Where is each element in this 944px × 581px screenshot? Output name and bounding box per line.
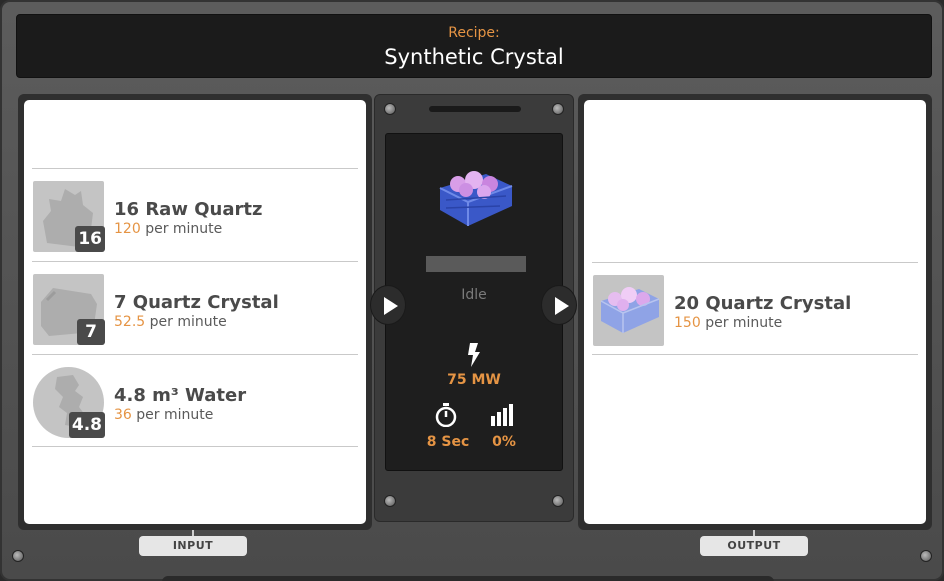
screw-icon (920, 550, 932, 562)
stats-bars-icon (491, 404, 513, 426)
input-item-quartz-crystal[interactable]: 7 7 Quartz Crystal 52.5 per minute (32, 261, 358, 354)
input-item-water[interactable]: 4.8 4.8 m³ Water 36 per minute (32, 354, 358, 447)
quartz-crystal-crate-icon (593, 275, 664, 346)
input-quantity-badge: 16 (75, 226, 105, 252)
screw-icon (552, 103, 564, 115)
input-item-name: 7 Quartz Crystal (114, 292, 279, 313)
stopwatch-icon (435, 403, 457, 427)
screw-icon (552, 495, 564, 507)
input-item-rate: 36 per minute (114, 407, 214, 423)
machine-display: Idle 75 MW 8 Sec 0% (385, 133, 563, 471)
output-item-quartz-crystal[interactable]: 20 Quartz Crystal 150 per minute (592, 262, 918, 355)
quartz-crystal-icon: 7 (33, 274, 105, 345)
output-arrow-button[interactable] (541, 285, 577, 325)
screw-icon (12, 550, 24, 562)
input-item-raw-quartz[interactable]: 16 16 Raw Quartz 120 per minute (32, 168, 358, 261)
input-item-rate: 52.5 per minute (114, 314, 227, 330)
recipe-title: Synthetic Crystal (384, 45, 564, 69)
raw-quartz-icon: 16 (33, 181, 105, 252)
input-quantity-badge: 4.8 (68, 412, 105, 438)
power-consumption: 75 MW (447, 372, 501, 388)
recipe-header: Recipe: Synthetic Crystal (16, 14, 932, 78)
lightning-icon (468, 343, 480, 367)
production-progress-bar (426, 256, 526, 272)
input-arrow-button[interactable] (370, 285, 406, 325)
input-item-rate: 120 per minute (114, 221, 223, 237)
recipe-window: Recipe: Synthetic Crystal 16 16 Raw Quar… (0, 0, 944, 581)
recipe-label: Recipe: (448, 25, 500, 41)
machine-slot (429, 106, 521, 112)
water-icon: 4.8 (33, 367, 105, 438)
cycle-time: 8 Sec (426, 434, 470, 450)
input-item-name: 16 Raw Quartz (114, 199, 263, 220)
efficiency: 0% (492, 434, 516, 450)
output-item-name: 20 Quartz Crystal (674, 293, 852, 314)
machine-status: Idle (461, 287, 487, 303)
output-panel: 20 Quartz Crystal 150 per minute (578, 94, 932, 530)
output-item-rate: 150 per minute (674, 315, 783, 331)
input-tab-label: INPUT (139, 530, 247, 556)
screw-icon (384, 103, 396, 115)
output-tab-label: OUTPUT (700, 530, 808, 556)
screw-icon (384, 495, 396, 507)
input-item-name: 4.8 m³ Water (114, 385, 247, 406)
bottom-bar (162, 576, 774, 581)
input-quantity-badge: 7 (77, 319, 105, 345)
input-panel: 16 16 Raw Quartz 120 per minute 7 7 Quar… (18, 94, 372, 530)
product-crate-icon (439, 171, 513, 226)
